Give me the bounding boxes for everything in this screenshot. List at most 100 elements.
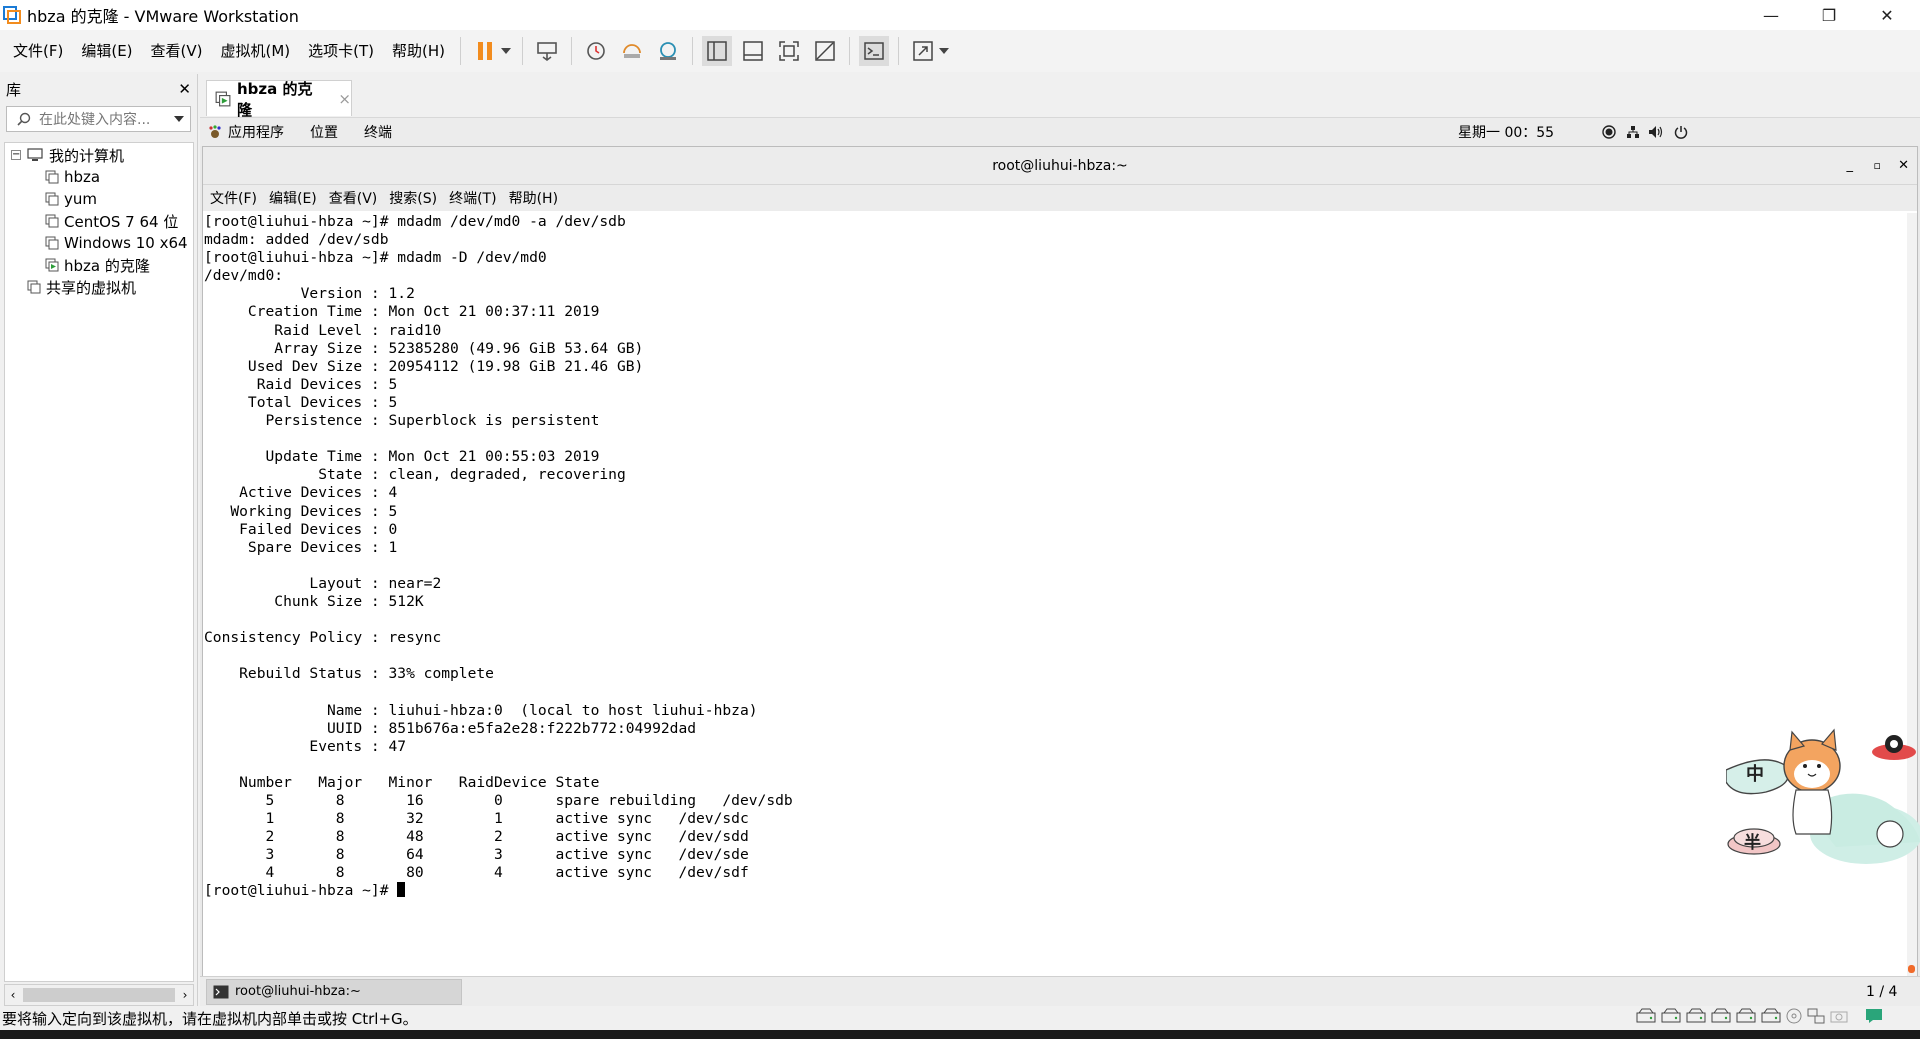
scroll-right-icon[interactable]: › bbox=[177, 988, 193, 1002]
computer-icon bbox=[27, 148, 43, 162]
terminal-output[interactable]: [root@liuhui-hbza ~]# mdadm /dev/md0 -a … bbox=[203, 213, 1909, 977]
search-input[interactable]: 在此处键入内容... bbox=[39, 109, 174, 129]
gnome-menu-places[interactable]: 位置 bbox=[310, 122, 338, 142]
library-view-icon[interactable] bbox=[702, 36, 733, 66]
console-view-icon[interactable] bbox=[859, 36, 890, 66]
horizontal-scrollbar[interactable]: ‹ › bbox=[4, 984, 194, 1006]
chevron-down-icon[interactable] bbox=[499, 36, 513, 66]
message-icon[interactable] bbox=[1865, 1008, 1883, 1028]
library-panel: 库 ✕ 在此处键入内容... − 我的计算机 hbza yum CentOS 7… bbox=[0, 74, 198, 1006]
toolbar-separator bbox=[692, 37, 694, 65]
record-icon[interactable] bbox=[1602, 125, 1616, 139]
snapshot-icon[interactable] bbox=[581, 36, 611, 66]
chevron-down-icon[interactable] bbox=[937, 36, 951, 66]
tree-node-vm[interactable]: Windows 10 x64 bbox=[5, 232, 193, 254]
full-screen-icon[interactable] bbox=[774, 36, 804, 66]
vm-icon bbox=[45, 214, 59, 228]
terminal-line: UUID : 851b676a:e5fa2e28:f222b772:04992d… bbox=[204, 719, 697, 737]
vm-tabstrip: hbza 的克隆 × bbox=[200, 74, 1920, 119]
gnome-taskbar: root@liuhui-hbza:~ 1 / 4 bbox=[200, 976, 1920, 1006]
stretch-guest-icon[interactable] bbox=[908, 36, 938, 66]
cd-dvd-icon[interactable] bbox=[1786, 1008, 1802, 1028]
gnome-menu-terminal[interactable]: 终端 bbox=[364, 122, 392, 142]
tree-label: hbza bbox=[64, 168, 101, 186]
power-icon[interactable] bbox=[1674, 125, 1688, 139]
tree-node-vm[interactable]: hbza bbox=[5, 166, 193, 188]
hard-disk-icon[interactable] bbox=[1761, 1008, 1781, 1028]
restore-button[interactable]: ❐ bbox=[1800, 0, 1858, 30]
status-bar: 要将输入定向到该虚拟机，请在虚拟机内部单击或按 Ctrl+G。 bbox=[0, 1006, 1920, 1030]
terminal-minimize-button[interactable]: _ bbox=[1847, 158, 1854, 173]
snapshot-manager-icon[interactable] bbox=[653, 36, 683, 66]
collapse-icon[interactable]: − bbox=[11, 150, 21, 160]
vm-tree: − 我的计算机 hbza yum CentOS 7 64 位 Windows 1… bbox=[4, 142, 194, 982]
gnome-menu-applications[interactable]: 应用程序 bbox=[228, 122, 284, 142]
thumbnail-bar-icon[interactable] bbox=[738, 36, 768, 66]
vm-tab[interactable]: hbza 的克隆 × bbox=[206, 80, 352, 119]
toolbar-separator bbox=[522, 37, 524, 65]
hard-disk-icon[interactable] bbox=[1661, 1008, 1681, 1028]
hard-disk-icon[interactable] bbox=[1736, 1008, 1756, 1028]
menu-vm[interactable]: 虚拟机(M) bbox=[212, 36, 300, 66]
tree-label: 共享的虚拟机 bbox=[46, 278, 137, 297]
volume-icon[interactable] bbox=[1648, 125, 1664, 139]
tree-node-shared[interactable]: 共享的虚拟机 bbox=[5, 276, 193, 298]
tab-close-icon[interactable]: × bbox=[338, 90, 351, 108]
tree-node-vm-running[interactable]: hbza 的克隆 bbox=[5, 254, 193, 276]
tree-label: Windows 10 x64 bbox=[64, 234, 188, 252]
taskbar-item[interactable]: root@liuhui-hbza:~ bbox=[206, 978, 462, 1005]
menu-help[interactable]: 帮助(H) bbox=[383, 36, 454, 66]
minimize-button[interactable]: — bbox=[1742, 0, 1800, 30]
terminal-menu-file[interactable]: 文件(F) bbox=[204, 188, 263, 208]
terminal-icon bbox=[213, 985, 229, 999]
terminal-menu-help[interactable]: 帮助(H) bbox=[503, 188, 564, 208]
unity-icon[interactable] bbox=[810, 36, 840, 66]
ime-width-label[interactable]: 半 bbox=[1744, 832, 1761, 853]
camera-icon[interactable] bbox=[1830, 1008, 1848, 1028]
terminal-prompt-line[interactable]: [root@liuhui-hbza ~]# bbox=[204, 882, 1909, 900]
menu-view[interactable]: 查看(V) bbox=[142, 36, 212, 66]
tree-node-vm[interactable]: CentOS 7 64 位 bbox=[5, 210, 193, 232]
library-close-button[interactable]: ✕ bbox=[178, 80, 191, 98]
network-icon[interactable] bbox=[1626, 125, 1640, 139]
search-icon bbox=[17, 112, 31, 126]
scroll-left-icon[interactable]: ‹ bbox=[5, 988, 21, 1002]
terminal-line: State : clean, degraded, recovering bbox=[204, 466, 626, 484]
scroll-thumb[interactable] bbox=[1908, 965, 1915, 973]
chevron-down-icon[interactable] bbox=[174, 116, 184, 122]
terminal-menu-terminal[interactable]: 终端(T) bbox=[443, 188, 502, 208]
workspace-indicator[interactable]: 1 / 4 bbox=[1866, 984, 1897, 1000]
terminal-maximize-button[interactable]: ▫ bbox=[1874, 159, 1881, 172]
send-ctrl-alt-del-icon[interactable] bbox=[532, 36, 562, 66]
tree-node-my-computer[interactable]: − 我的计算机 bbox=[5, 144, 193, 166]
hard-disk-icon[interactable] bbox=[1711, 1008, 1731, 1028]
library-search[interactable]: 在此处键入内容... bbox=[6, 106, 191, 132]
tree-node-vm[interactable]: yum bbox=[5, 188, 193, 210]
shared-vm-icon bbox=[27, 280, 41, 294]
network-adapter-icon[interactable] bbox=[1807, 1008, 1825, 1028]
terminal-close-button[interactable]: ✕ bbox=[1898, 158, 1909, 173]
menu-edit[interactable]: 编辑(E) bbox=[72, 36, 141, 66]
terminal-menu-search[interactable]: 搜索(S) bbox=[383, 188, 443, 208]
ime-mascot[interactable]: 中 半 bbox=[1725, 722, 1920, 872]
terminal-line: Name : liuhui-hbza:0 (local to host liuh… bbox=[204, 701, 758, 719]
hard-disk-icon[interactable] bbox=[1686, 1008, 1706, 1028]
terminal-window: root@liuhui-hbza:~ _ ▫ ✕ 文件(F) 编辑(E) 查看(… bbox=[202, 146, 1918, 977]
gnome-clock[interactable]: 星期一 00：55 bbox=[1458, 122, 1554, 142]
revert-snapshot-icon[interactable] bbox=[617, 36, 647, 66]
library-header: 库 ✕ bbox=[0, 74, 197, 104]
scroll-thumb[interactable] bbox=[23, 988, 175, 1002]
terminal-line: Failed Devices : 0 bbox=[204, 520, 398, 538]
close-button[interactable]: ✕ bbox=[1858, 0, 1916, 30]
menu-tabs[interactable]: 选项卡(T) bbox=[299, 36, 383, 66]
terminal-line: Spare Devices : 1 bbox=[204, 538, 398, 556]
vm-area: hbza 的克隆 × 应用程序 位置 终端 星期一 00：55 root@liu… bbox=[200, 74, 1920, 1006]
terminal-menu-edit[interactable]: 编辑(E) bbox=[263, 188, 323, 208]
terminal-menu-view[interactable]: 查看(V) bbox=[323, 188, 384, 208]
ime-mode-label[interactable]: 中 bbox=[1746, 763, 1764, 785]
hard-disk-icon[interactable] bbox=[1636, 1008, 1656, 1028]
menu-file[interactable]: 文件(F) bbox=[4, 36, 72, 66]
pause-icon[interactable] bbox=[470, 36, 500, 66]
